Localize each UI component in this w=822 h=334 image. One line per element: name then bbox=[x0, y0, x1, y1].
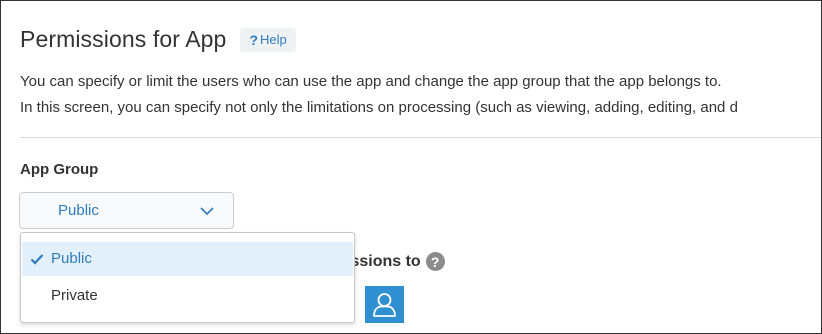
description-line-1: You can specify or limit the users who c… bbox=[20, 73, 722, 90]
help-question-icon: ? bbox=[249, 31, 258, 48]
description: You can specify or limit the users who c… bbox=[20, 69, 821, 121]
app-group-select[interactable]: Public bbox=[19, 192, 234, 229]
header: Permissions for App ? Help bbox=[20, 26, 296, 53]
description-line-2: In this screen, you can specify not only… bbox=[20, 99, 738, 116]
app-group-label: App Group bbox=[20, 161, 99, 178]
page-title: Permissions for App bbox=[20, 26, 227, 52]
user-select-button[interactable] bbox=[365, 286, 404, 323]
chevron-down-icon bbox=[200, 207, 214, 216]
app-group-selected-value: Public bbox=[58, 202, 99, 219]
divider bbox=[20, 137, 821, 138]
option-public-label: Public bbox=[51, 250, 92, 267]
help-label: Help bbox=[260, 32, 287, 47]
permissions-heading-text: issions to bbox=[346, 252, 421, 270]
permissions-page: Permissions for App ? Help You can speci… bbox=[0, 0, 822, 334]
app-group-dropdown-menu: Public Private bbox=[20, 232, 355, 323]
check-icon bbox=[30, 254, 44, 265]
user-icon bbox=[373, 293, 396, 317]
permissions-heading: issions to ? bbox=[346, 252, 445, 271]
help-link[interactable]: ? Help bbox=[240, 27, 296, 52]
option-private[interactable]: Private bbox=[22, 279, 353, 313]
option-private-label: Private bbox=[51, 287, 98, 304]
help-circle-icon[interactable]: ? bbox=[425, 252, 445, 271]
option-public[interactable]: Public bbox=[22, 242, 353, 276]
